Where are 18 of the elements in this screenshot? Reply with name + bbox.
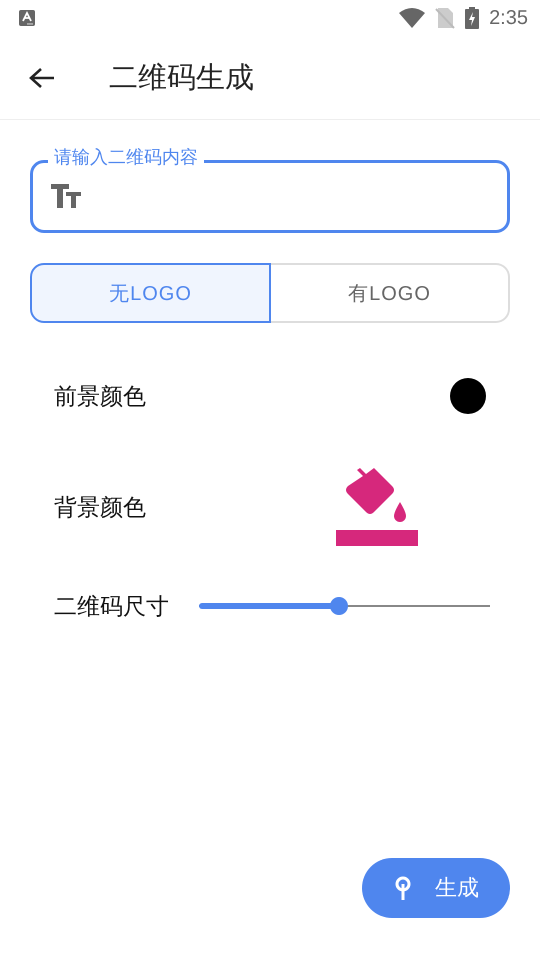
setting-label: 二维码尺寸 — [54, 592, 169, 620]
status-time: 2:35 — [489, 6, 528, 30]
no-sim-icon — [435, 7, 456, 29]
text-format-icon — [51, 184, 81, 208]
generate-button[interactable]: 生成 — [362, 858, 510, 918]
touch-icon — [393, 876, 413, 900]
logo-option-tab[interactable]: 有LOGO — [271, 263, 510, 323]
setting-label: 前景颜色 — [54, 382, 146, 410]
color-swatch[interactable] — [450, 378, 486, 414]
battery-charging-icon — [465, 7, 480, 29]
paint-bucket-icon[interactable] — [336, 466, 418, 548]
setting-label: 背景颜色 — [54, 492, 146, 522]
field-label: 请输入二维码内容 — [48, 147, 204, 167]
wifi-icon — [399, 8, 426, 28]
logo-option-tab[interactable]: 无LOGO — [30, 263, 271, 323]
keyboard-notification-icon — [19, 10, 35, 26]
back-arrow-icon[interactable] — [29, 66, 55, 88]
page-title: 二维码生成 — [109, 60, 254, 96]
